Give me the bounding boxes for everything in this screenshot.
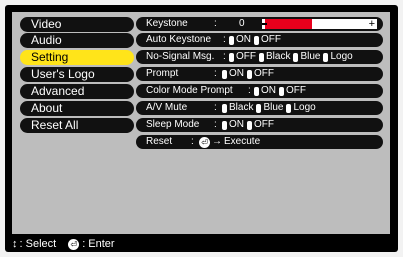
- auto-keystone-row[interactable]: Auto Keystone : ON OFF: [136, 33, 383, 47]
- up-down-arrows-icon: ↕: [12, 238, 18, 250]
- sidebar-item-users-logo[interactable]: User's Logo: [20, 67, 134, 82]
- separator: :: [191, 136, 194, 147]
- option-off[interactable]: OFF: [254, 33, 281, 47]
- av-mute-row[interactable]: A/V Mute : Black Blue Logo: [136, 101, 383, 115]
- select-hint: : Select: [19, 238, 57, 250]
- separator: :: [214, 68, 217, 79]
- radio-icon: [229, 52, 234, 62]
- keystone-slider-fill: [265, 19, 312, 29]
- sidebar-item-label: Video: [31, 17, 62, 31]
- sidebar-item-label: About: [31, 101, 63, 115]
- option-off[interactable]: OFF: [247, 67, 274, 81]
- status-bar: ↕ : Select ⏎ : Enter: [12, 237, 115, 251]
- option-black[interactable]: Black: [222, 101, 253, 115]
- auto-keystone-label: Auto Keystone: [146, 34, 212, 45]
- enter-button-icon: ⏎: [199, 136, 210, 148]
- execute-button[interactable]: Execute: [224, 135, 260, 149]
- sidebar-item-reset-all[interactable]: Reset All: [20, 118, 134, 133]
- color-mode-prompt-label: Color Mode Prompt: [146, 85, 233, 96]
- keystone-slider[interactable]: +: [262, 18, 377, 30]
- option-on[interactable]: ON: [222, 67, 244, 81]
- no-signal-label: No-Signal Msg.: [146, 51, 215, 62]
- av-mute-label: A/V Mute: [146, 102, 188, 113]
- sidebar-item-setting[interactable]: Setting: [20, 50, 134, 65]
- plus-icon: +: [368, 18, 375, 30]
- option-off[interactable]: OFF: [229, 50, 256, 64]
- prompt-row[interactable]: Prompt : ON OFF: [136, 67, 383, 81]
- sleep-mode-row[interactable]: Sleep Mode : ON OFF: [136, 118, 383, 132]
- sidebar-item-advanced[interactable]: Advanced: [20, 84, 134, 99]
- option-blue[interactable]: Blue: [293, 50, 320, 64]
- radio-icon: [222, 120, 227, 130]
- separator: :: [223, 34, 226, 45]
- radio-icon: [247, 120, 252, 130]
- option-logo[interactable]: Logo: [286, 101, 316, 115]
- sidebar-item-video[interactable]: Video: [20, 17, 134, 32]
- reset-row[interactable]: Reset : ⏎ → Execute: [136, 135, 383, 149]
- sidebar-item-label: User's Logo: [31, 67, 95, 81]
- separator: :: [248, 85, 251, 96]
- menu-panel: Video Audio Setting User's Logo Advanced…: [12, 12, 390, 234]
- radio-icon: [256, 103, 262, 113]
- option-off[interactable]: OFF: [279, 84, 306, 98]
- radio-icon: [293, 52, 299, 62]
- separator: :: [214, 18, 217, 29]
- sidebar-item-about[interactable]: About: [20, 101, 134, 116]
- sidebar-item-label: Reset All: [31, 118, 79, 132]
- radio-icon: [286, 103, 292, 113]
- option-on[interactable]: ON: [222, 118, 244, 132]
- sidebar-item-label: Audio: [31, 33, 62, 47]
- radio-icon: [254, 86, 259, 96]
- separator: :: [214, 102, 217, 113]
- radio-icon: [279, 86, 284, 96]
- option-off[interactable]: OFF: [247, 118, 274, 132]
- sidebar-item-label: Advanced: [31, 84, 85, 98]
- radio-icon: [222, 103, 227, 113]
- prompt-label: Prompt: [146, 68, 179, 79]
- minus-icon: [262, 23, 267, 25]
- keystone-value: 0: [239, 18, 245, 29]
- option-blue[interactable]: Blue: [256, 101, 283, 115]
- option-black[interactable]: Black: [259, 50, 290, 64]
- separator: :: [223, 51, 226, 62]
- radio-icon: [254, 35, 259, 45]
- color-mode-prompt-row[interactable]: Color Mode Prompt : ON OFF: [136, 84, 383, 98]
- sidebar-item-label: Setting: [31, 50, 69, 64]
- arrow-right-icon: →: [212, 136, 222, 147]
- option-on[interactable]: ON: [229, 33, 251, 47]
- no-signal-msg-row[interactable]: No-Signal Msg. : OFF Black Blue Logo: [136, 50, 383, 64]
- separator: :: [214, 119, 217, 130]
- reset-label: Reset: [146, 136, 173, 147]
- radio-icon: [229, 35, 234, 45]
- radio-icon: [247, 69, 252, 79]
- enter-hint: : Enter: [82, 238, 115, 250]
- option-logo[interactable]: Logo: [323, 50, 353, 64]
- keystone-row[interactable]: Keystone : 0 +: [136, 17, 383, 31]
- enter-button-icon: ⏎: [68, 238, 80, 250]
- radio-icon: [323, 52, 329, 62]
- sleep-mode-label: Sleep Mode: [146, 119, 200, 130]
- keystone-label: Keystone: [146, 18, 188, 29]
- sidebar-item-audio[interactable]: Audio: [20, 33, 134, 48]
- option-on[interactable]: ON: [254, 84, 276, 98]
- radio-icon: [222, 69, 227, 79]
- radio-icon: [259, 52, 264, 62]
